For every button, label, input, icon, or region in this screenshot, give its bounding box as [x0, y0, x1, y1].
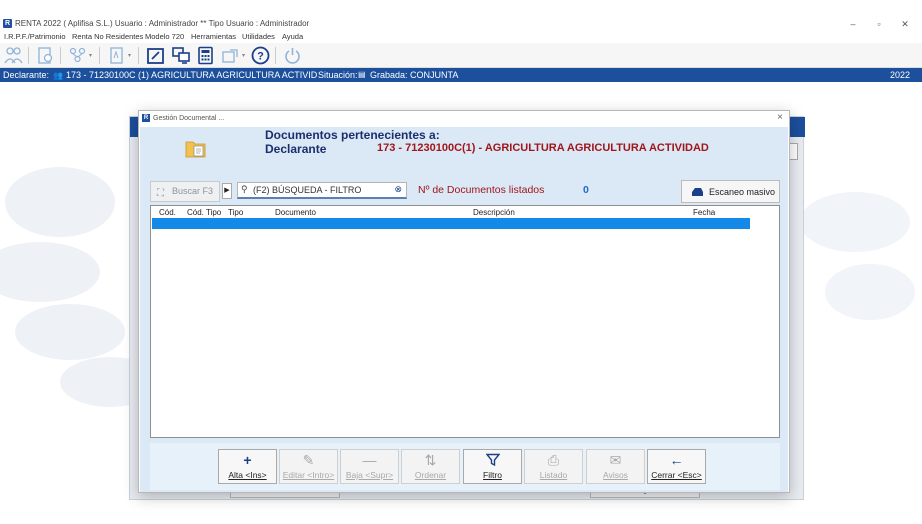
- minimize-icon[interactable]: –: [846, 18, 860, 30]
- svg-text:?: ?: [257, 51, 264, 63]
- action-button-bar: + Alta <Ins> ✎ Editar <Intro> — Baja <Su…: [150, 443, 780, 490]
- toolbar: ▾ ▾ ▾ ?: [0, 43, 922, 68]
- fiscal-year: 2022: [890, 70, 911, 80]
- people-icon[interactable]: [4, 46, 23, 65]
- power-icon[interactable]: [283, 46, 302, 65]
- column-header[interactable]: Cód. Tipo: [187, 208, 221, 217]
- transfer-icon[interactable]: [221, 46, 240, 65]
- mass-scan-button[interactable]: Escaneo masivo: [681, 180, 780, 203]
- window-title-bar: R RENTA 2022 ( Aplifisa S.L.) Usuario : …: [0, 16, 922, 32]
- edit-button[interactable]: ✎ Editar <Intro>: [279, 449, 338, 484]
- declarante-value: 173 - 71230100C (1) AGRICULTURA AGRICULT…: [66, 70, 318, 80]
- close-button-label: Cerrar <Esc>: [651, 470, 702, 480]
- filter-placeholder: (F2) BÚSQUEDA - FILTRO: [253, 185, 362, 195]
- menu-modelo-720[interactable]: Modelo 720: [145, 32, 184, 41]
- sort-icon: ⇅: [424, 452, 437, 468]
- column-header[interactable]: Documento: [275, 208, 316, 217]
- declarante-label: Declarante:: [3, 70, 50, 80]
- app-logo-icon: R: [3, 19, 12, 28]
- dialog-body: Documentos pertenecientes a: Declarante …: [140, 127, 788, 492]
- alerts-button-label: Avisos: [603, 470, 628, 480]
- filter-icon: [464, 452, 521, 468]
- printer-icon: ⎙: [547, 452, 560, 468]
- toolbar-separator: [275, 47, 276, 64]
- close-icon[interactable]: ✕: [898, 18, 912, 30]
- chevron-down-icon[interactable]: ▾: [128, 52, 131, 59]
- dialog-title-bar: R Gestión Documental ... ×: [139, 111, 789, 127]
- list-button-label: Listado: [539, 470, 568, 480]
- menu-irpf[interactable]: I.R.P.F./Patrimonio: [4, 32, 66, 41]
- binoculars-icon: ⛶: [157, 188, 164, 199]
- minus-icon: —: [362, 452, 377, 468]
- menu-ayuda[interactable]: Ayuda: [282, 32, 303, 41]
- document-icon: ▤: [358, 70, 366, 79]
- close-icon[interactable]: ×: [777, 112, 783, 123]
- header-subject-label: Declarante: [265, 142, 327, 156]
- column-header[interactable]: Tipo: [228, 208, 243, 217]
- chevron-down-icon[interactable]: ▾: [242, 52, 245, 59]
- chevron-down-icon[interactable]: ▾: [89, 52, 92, 59]
- edit-button-label: Editar <Intro>: [282, 470, 335, 480]
- menu-herramientas[interactable]: Herramientas: [191, 32, 236, 41]
- column-header[interactable]: Fecha: [693, 208, 715, 217]
- plus-icon: +: [243, 452, 252, 468]
- folder-documents-icon: [185, 141, 206, 158]
- edit-calendar-icon[interactable]: [146, 46, 165, 65]
- menu-renta-no-residentes[interactable]: Renta No Residentes: [72, 32, 143, 41]
- app-logo-icon: R: [142, 114, 150, 122]
- bell-icon: ✉: [609, 452, 622, 468]
- search-expand-button[interactable]: ▶: [222, 183, 232, 199]
- header-title: Documentos pertenecientes a:: [265, 128, 440, 142]
- scanner-icon: [692, 188, 703, 196]
- people-icon: 👥: [53, 71, 63, 80]
- mass-scan-label: Escaneo masivo: [709, 187, 776, 197]
- document-management-dialog: R Gestión Documental ... × Documentos pe…: [138, 110, 790, 493]
- column-header[interactable]: Cód.: [159, 208, 176, 217]
- list-button[interactable]: ⎙ Listado: [524, 449, 583, 484]
- toolbar-separator: [138, 47, 139, 64]
- document-pdf-icon[interactable]: [107, 46, 126, 65]
- network-people-icon[interactable]: [68, 46, 87, 65]
- header-subject-value: 173 - 71230100C(1) - AGRICULTURA AGRICUL…: [377, 142, 709, 154]
- close-button[interactable]: ← Cerrar <Esc>: [647, 449, 706, 484]
- situacion-label: Situación:: [318, 70, 358, 80]
- table-row-selected[interactable]: [152, 218, 750, 229]
- window-title: RENTA 2022 ( Aplifisa S.L.) Usuario : Ad…: [15, 19, 310, 28]
- menu-utilidades[interactable]: Utilidades: [242, 32, 275, 41]
- alerts-button[interactable]: ✉ Avisos: [586, 449, 645, 484]
- search-button-label: Buscar F3: [172, 186, 214, 196]
- filter-button-label: Filtro: [483, 470, 502, 480]
- toolbar-separator: [99, 47, 100, 64]
- menu-bar: I.R.P.F./Patrimonio Renta No Residentes …: [0, 32, 922, 43]
- table-header: Cód. Cód. Tipo Tipo Documento Descripció…: [151, 206, 751, 218]
- sort-button-label: Ordenar: [414, 470, 447, 480]
- filter-search-input[interactable]: ⚲ (F2) BÚSQUEDA - FILTRO ⊗: [237, 182, 407, 199]
- network-computers-icon[interactable]: [171, 46, 190, 65]
- search-icon: ⚲: [241, 184, 248, 194]
- toolbar-separator: [60, 47, 61, 64]
- declarant-status-bar: Declarante: 👥 173 - 71230100C (1) AGRICU…: [0, 68, 922, 82]
- restore-icon[interactable]: ▫: [872, 18, 886, 30]
- sort-button[interactable]: ⇅ Ordenar: [401, 449, 460, 484]
- dialog-title: Gestión Documental ...: [153, 115, 225, 122]
- document-count-label: Nº de Documentos listados: [418, 184, 545, 196]
- clear-icon[interactable]: ⊗: [394, 184, 402, 195]
- help-icon[interactable]: ?: [251, 46, 270, 65]
- document-count-value: 0: [583, 184, 589, 196]
- edit-icon: ✎: [302, 452, 315, 468]
- delete-button[interactable]: — Baja <Supr>: [340, 449, 399, 484]
- column-header[interactable]: Descripción: [473, 208, 515, 217]
- situacion-value: Grabada: CONJUNTA: [370, 70, 459, 80]
- add-button-label: Alta <Ins>: [228, 470, 267, 480]
- toolbar-separator: [28, 47, 29, 64]
- search-button[interactable]: ⛶ Buscar F3: [150, 181, 220, 202]
- add-button[interactable]: + Alta <Ins>: [218, 449, 277, 484]
- documents-table[interactable]: Cód. Cód. Tipo Tipo Documento Descripció…: [150, 205, 780, 438]
- filter-button[interactable]: Filtro: [463, 449, 522, 484]
- calculator-icon[interactable]: [196, 46, 215, 65]
- document-gear-icon[interactable]: [36, 46, 55, 65]
- back-arrow-icon: ←: [669, 452, 684, 468]
- delete-button-label: Baja <Supr>: [345, 470, 394, 480]
